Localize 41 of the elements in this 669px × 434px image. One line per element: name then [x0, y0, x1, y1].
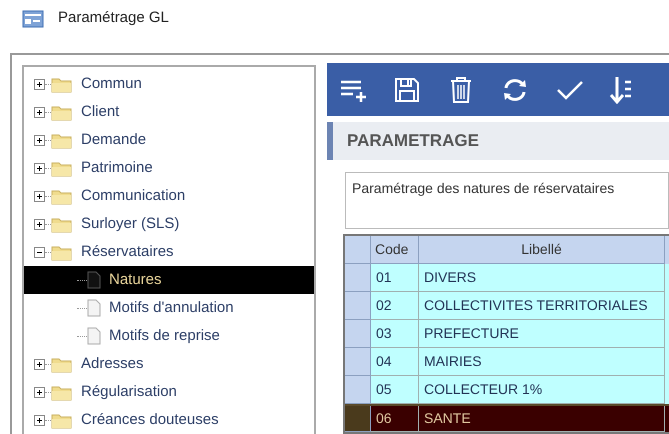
table-row[interactable]: 03 PREFECTURE: [345, 320, 669, 348]
app-icon: [22, 10, 44, 28]
expand-icon[interactable]: [34, 414, 45, 426]
expand-icon[interactable]: [34, 162, 45, 174]
tree-item[interactable]: Demande: [79, 128, 148, 152]
tree-item[interactable]: Natures: [24, 266, 314, 294]
save-button[interactable]: [393, 76, 421, 104]
table-row[interactable]: 04 MAIRIES: [345, 348, 669, 376]
expand-icon[interactable]: [34, 78, 45, 90]
tree-item[interactable]: Surloyer (SLS): [79, 212, 182, 236]
expand-icon[interactable]: [34, 106, 45, 118]
table-row[interactable]: 01 DIVERS: [345, 264, 669, 292]
tree-item[interactable]: Commun: [79, 72, 144, 96]
expand-icon[interactable]: [34, 134, 45, 146]
table-row[interactable]: 02 COLLECTIVITES TERRITORIALES: [345, 292, 669, 320]
tree-item[interactable]: Adresses: [79, 352, 146, 376]
tree-item[interactable]: Motifs d'annulation: [24, 294, 314, 322]
document-icon: [87, 271, 101, 289]
tree-item[interactable]: Motifs de reprise: [24, 322, 314, 350]
save-icon: [393, 76, 421, 104]
row-header[interactable]: [345, 406, 371, 432]
tree-item[interactable]: Communication: [79, 184, 188, 208]
table-cell: 06: [371, 406, 419, 432]
document-icon: [87, 327, 101, 345]
collapse-icon[interactable]: [34, 246, 45, 258]
expand-icon[interactable]: [34, 386, 45, 398]
tree-item[interactable]: Régularisation: [79, 380, 179, 404]
tree-item[interactable]: Réservataires: [79, 240, 176, 264]
window-title: Paramétrage GL: [58, 8, 169, 28]
tree-item[interactable]: Patrimoine: [79, 156, 155, 180]
table-row[interactable]: 06 SANTE: [345, 404, 669, 432]
expand-icon[interactable]: [34, 218, 45, 230]
section-title: PARAMETRAGE: [347, 130, 479, 152]
table-cell: SANTE: [419, 406, 665, 432]
document-icon: [87, 299, 101, 317]
description-text: Paramétrage des natures de réservataires: [352, 180, 614, 196]
tree-item[interactable]: Client: [79, 100, 122, 124]
tree-item[interactable]: Créances douteuses: [79, 408, 221, 432]
expand-icon[interactable]: [34, 358, 45, 370]
expand-icon[interactable]: [34, 190, 45, 202]
table-row[interactable]: 05 COLLECTEUR 1%: [345, 376, 669, 404]
